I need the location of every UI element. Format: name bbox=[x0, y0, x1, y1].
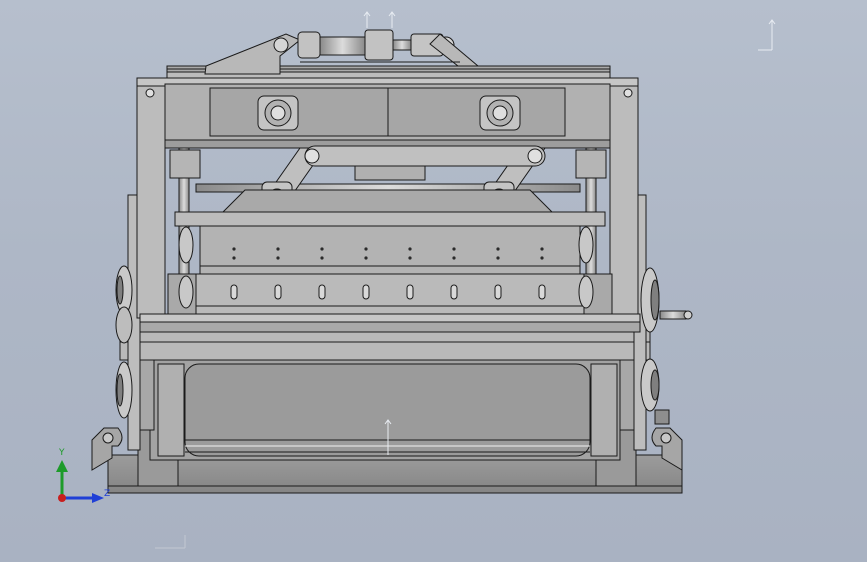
right-bearing-flange bbox=[479, 95, 521, 131]
lower-housing bbox=[119, 329, 651, 461]
cad-viewport[interactable]: Y Z bbox=[0, 0, 867, 562]
left-bearing-flange bbox=[257, 95, 299, 131]
y-axis-label: Y bbox=[58, 448, 65, 458]
x-axis-dot bbox=[58, 494, 66, 502]
machine-assembly-drawing: Y Z bbox=[56, 11, 776, 549]
z-axis-label: Z bbox=[104, 489, 110, 499]
drive-shaft bbox=[659, 310, 687, 320]
upper-press-plate bbox=[174, 189, 606, 275]
lower-beam bbox=[139, 313, 641, 333]
upper-crossbeam bbox=[164, 83, 611, 149]
